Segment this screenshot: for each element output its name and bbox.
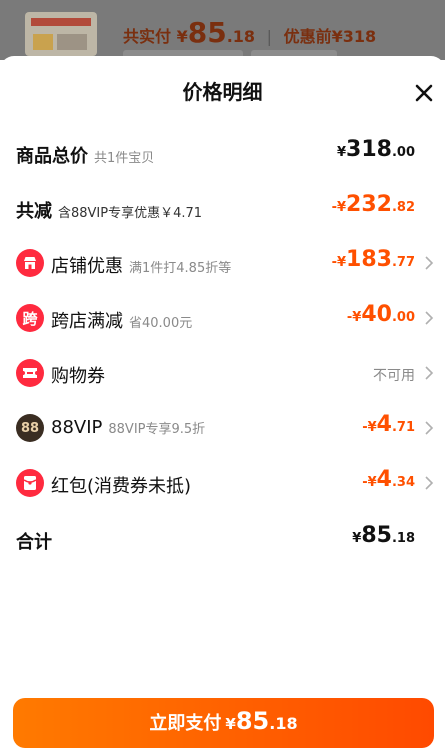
grand-total-amount: ¥85.18 — [352, 523, 415, 548]
total-discount-amount: -¥232.82 — [331, 192, 415, 217]
cross-store-label: 跨店满减 省40.00元 — [51, 311, 193, 332]
goods-total-label: 商品总价 共1件宝贝 — [16, 146, 155, 167]
background-price-summary: 共实付 ¥85.18 | 优惠前¥318 — [123, 16, 377, 49]
red-packet-row[interactable]: 红包(消费券未抵) -¥4.34 — [0, 463, 445, 503]
price-detail-sheet: 价格明细 商品总价 共1件宝贝 ¥318.00 共减 含88VIP专享优惠￥4.71… — [0, 56, 445, 751]
total-discount-row: 共减 含88VIP专享优惠￥4.71 -¥232.82 — [0, 188, 445, 228]
total-discount-label: 共减 含88VIP专享优惠￥4.71 — [16, 201, 203, 222]
chevron-right-icon — [425, 256, 434, 270]
red-packet-icon — [16, 469, 44, 497]
goods-total-amount: ¥318.00 — [336, 137, 415, 162]
vip-discount-label: 88VIP 88VIP专享9.5折 — [51, 417, 206, 438]
coupon-status: 不可用 — [373, 368, 415, 384]
chevron-right-icon — [425, 311, 434, 325]
pay-now-label: 立即支付 — [149, 713, 222, 734]
store-icon — [16, 249, 44, 277]
red-packet-amount: -¥4.34 — [362, 467, 415, 492]
vip-discount-row[interactable]: 88 88VIP 88VIP专享9.5折 -¥4.71 — [0, 408, 445, 448]
grand-total-row: 合计 ¥85.18 — [0, 519, 445, 559]
sheet-title: 价格明细 — [182, 80, 263, 104]
red-packet-label: 红包(消费券未抵) — [51, 476, 192, 497]
chevron-right-icon — [425, 476, 434, 490]
store-discount-label: 店铺优惠 满1件打4.85折等 — [51, 256, 232, 277]
chevron-right-icon — [425, 366, 434, 380]
store-discount-row[interactable]: 店铺优惠 满1件打4.85折等 -¥183.77 — [0, 243, 445, 283]
close-button[interactable] — [413, 82, 435, 104]
shopping-coupon-label: 购物券 — [51, 366, 105, 387]
close-icon — [415, 84, 433, 102]
store-discount-amount: -¥183.77 — [331, 247, 415, 272]
cross-store-discount-row[interactable]: 跨 跨店满减 省40.00元 -¥40.00 — [0, 298, 445, 338]
coupon-icon — [16, 359, 44, 387]
grand-total-label: 合计 — [16, 532, 52, 553]
vip-88-icon: 88 — [16, 414, 44, 442]
goods-total-row: 商品总价 共1件宝贝 ¥318.00 — [0, 133, 445, 173]
shopping-coupon-row[interactable]: 购物券 不可用 — [0, 353, 445, 393]
background-product-header: 共实付 ¥85.18 | 优惠前¥318 — [0, 0, 445, 60]
product-thumbnail — [25, 12, 97, 56]
vip-discount-amount: -¥4.71 — [362, 412, 415, 437]
cross-store-icon: 跨 — [16, 304, 44, 332]
cross-store-amount: -¥40.00 — [346, 302, 415, 327]
pay-now-button[interactable]: 立即支付 ¥85.18 — [13, 698, 434, 748]
chevron-right-icon — [425, 421, 434, 435]
